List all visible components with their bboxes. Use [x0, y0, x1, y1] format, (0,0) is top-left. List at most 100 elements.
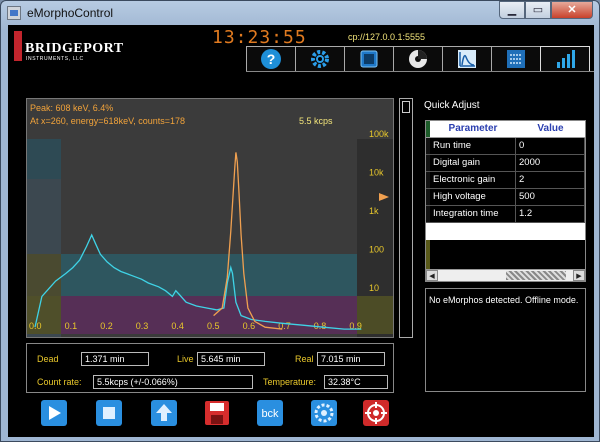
close-button[interactable]: ✕ — [551, 1, 593, 19]
count-rate-label: Count rate: — [37, 377, 82, 387]
roi-corner-mid — [27, 254, 61, 296]
histogram-tab-button[interactable] — [540, 46, 590, 71]
header-value[interactable]: Value — [516, 121, 585, 137]
background-button[interactable]: bck — [256, 399, 284, 427]
window-title: eMorphoControl — [27, 6, 114, 20]
grid-row[interactable]: Digital gain 2000 — [426, 155, 585, 172]
detector-icon — [409, 50, 427, 68]
minimize-button[interactable]: ▁ — [499, 1, 525, 19]
slider-handle[interactable] — [402, 101, 410, 113]
dead-value: 1.371 min — [81, 352, 149, 366]
param-value[interactable]: 1.2 — [516, 206, 585, 222]
real-label: Real — [295, 354, 314, 364]
svg-text:bck: bck — [261, 408, 279, 420]
title-bar[interactable]: eMorphoControl ▁ ▭ ✕ — [1, 1, 599, 25]
param-value[interactable]: 500 — [516, 189, 585, 205]
x-tick-label: 0.4 — [171, 321, 184, 331]
svg-text:?: ? — [267, 51, 276, 67]
live-label: Live — [177, 354, 194, 364]
y-tick-label: 1k — [369, 206, 379, 216]
param-name: Run time — [430, 138, 516, 154]
pulse-shape-icon — [458, 50, 476, 68]
grid-row[interactable]: High voltage 500 — [426, 189, 585, 206]
param-name: Electronic gain — [430, 172, 516, 188]
dead-label: Dead — [37, 354, 59, 364]
settings-icon — [311, 400, 337, 426]
save-button[interactable] — [203, 399, 231, 427]
list-mode-icon — [507, 50, 525, 68]
horizontal-scrollbar[interactable]: ◀ ▶ — [426, 269, 585, 281]
quick-adjust-grid: Parameter Value Run time 0 Digital gain … — [425, 120, 586, 282]
histogram-icon — [557, 50, 575, 68]
settings-gear-icon — [311, 50, 329, 68]
battery-icon — [360, 50, 378, 68]
target-icon — [363, 400, 389, 426]
scroll-thumb[interactable] — [506, 271, 566, 280]
connection-address: cp://127.0.0.1:5555 — [348, 32, 426, 42]
roi-band-cyan — [27, 254, 357, 296]
grid-row[interactable]: Run time 0 — [426, 138, 585, 155]
y-tick-label: 10 — [369, 283, 379, 293]
clock-display: 13:23:55 — [212, 27, 307, 48]
client-area: BRIDGEPORT INSTRUMENTS, LLC 13:23:55 cp:… — [8, 25, 594, 437]
bridgeport-logo: BRIDGEPORT INSTRUMENTS, LLC — [14, 29, 126, 67]
count-rate-overlay: 5.5 kcps — [299, 116, 333, 126]
roi-corner-right — [357, 296, 393, 334]
count-rate-value: 5.5kcps (+/-0.066%) — [93, 375, 253, 389]
y-tick-label: 10k — [369, 168, 384, 178]
settings-tab-button[interactable] — [295, 46, 345, 71]
logo-subtext: INSTRUMENTS, LLC — [26, 56, 84, 62]
real-value: 7.015 min — [317, 352, 385, 366]
param-name: Integration time — [430, 206, 516, 222]
x-tick-label: 0.1 — [65, 321, 78, 331]
upload-icon — [151, 400, 177, 426]
list-mode-tab-button[interactable] — [491, 46, 541, 71]
settings-button[interactable] — [310, 399, 338, 427]
roi-corner-top — [27, 139, 61, 179]
scroll-left-icon[interactable]: ◀ — [426, 270, 438, 281]
grid-empty-area — [426, 240, 585, 269]
grid-header-row: Parameter Value — [426, 121, 585, 138]
param-value[interactable]: 2000 — [516, 155, 585, 171]
bck-icon: bck — [257, 400, 283, 426]
app-window: eMorphoControl ▁ ▭ ✕ BRIDGEPORT INSTRUME… — [0, 0, 600, 442]
header-parameter[interactable]: Parameter — [430, 121, 516, 137]
battery-tab-button[interactable] — [344, 46, 394, 71]
param-name: Digital gain — [430, 155, 516, 171]
play-icon — [41, 400, 67, 426]
y-tick-label: 100k — [369, 129, 389, 139]
x-tick-label: 0.3 — [136, 321, 149, 331]
logo-text: BRIDGEPORT — [25, 41, 124, 56]
param-name: High voltage — [430, 189, 516, 205]
upload-button[interactable] — [150, 399, 178, 427]
param-value[interactable]: 2 — [516, 172, 585, 188]
play-button[interactable] — [40, 399, 68, 427]
y-tick-label: 100 — [369, 245, 384, 255]
help-button[interactable]: ? — [246, 46, 296, 71]
grid-row[interactable]: Electronic gain 2 — [426, 172, 585, 189]
stop-button[interactable] — [95, 399, 123, 427]
spectrum-canvas: 0.0 0.1 0.2 0.3 0.4 0.5 0.6 0.7 0.8 0.9 101001k10… — [27, 129, 393, 337]
grid-row[interactable]: Integration time 1.2 — [426, 206, 585, 223]
temperature-label: Temperature: — [263, 377, 317, 387]
save-icon — [205, 401, 229, 425]
quick-adjust-title: Quick Adjust — [424, 100, 480, 111]
param-value[interactable]: 0 — [516, 138, 585, 154]
pulse-shape-tab-button[interactable] — [442, 46, 492, 71]
scroll-right-icon[interactable]: ▶ — [573, 270, 585, 281]
x-tick-label: 0.6 — [243, 321, 256, 331]
bottom-toolbar: bck — [28, 395, 390, 431]
live-value: 5.645 min — [197, 352, 265, 366]
vertical-slider[interactable] — [399, 98, 413, 338]
temperature-value: 32.38°C — [324, 375, 388, 389]
spectrum-plot[interactable]: 0.0 0.1 0.2 0.3 0.4 0.5 0.6 0.7 0.8 0.9 10 100 1k 10… — [26, 98, 394, 338]
stats-panel: Dead 1.371 min Live 5.645 min Real 7.015… — [26, 343, 394, 393]
status-message: No eMorphos detected. Offline mode. — [425, 288, 586, 392]
app-icon — [7, 6, 21, 20]
target-button[interactable] — [362, 399, 390, 427]
peak-info: Peak: 608 keV, 6.4% — [30, 103, 114, 113]
stop-icon — [96, 400, 122, 426]
detector-tab-button[interactable] — [393, 46, 443, 71]
main-toolbar: ? — [246, 46, 594, 71]
maximize-button[interactable]: ▭ — [525, 1, 551, 19]
